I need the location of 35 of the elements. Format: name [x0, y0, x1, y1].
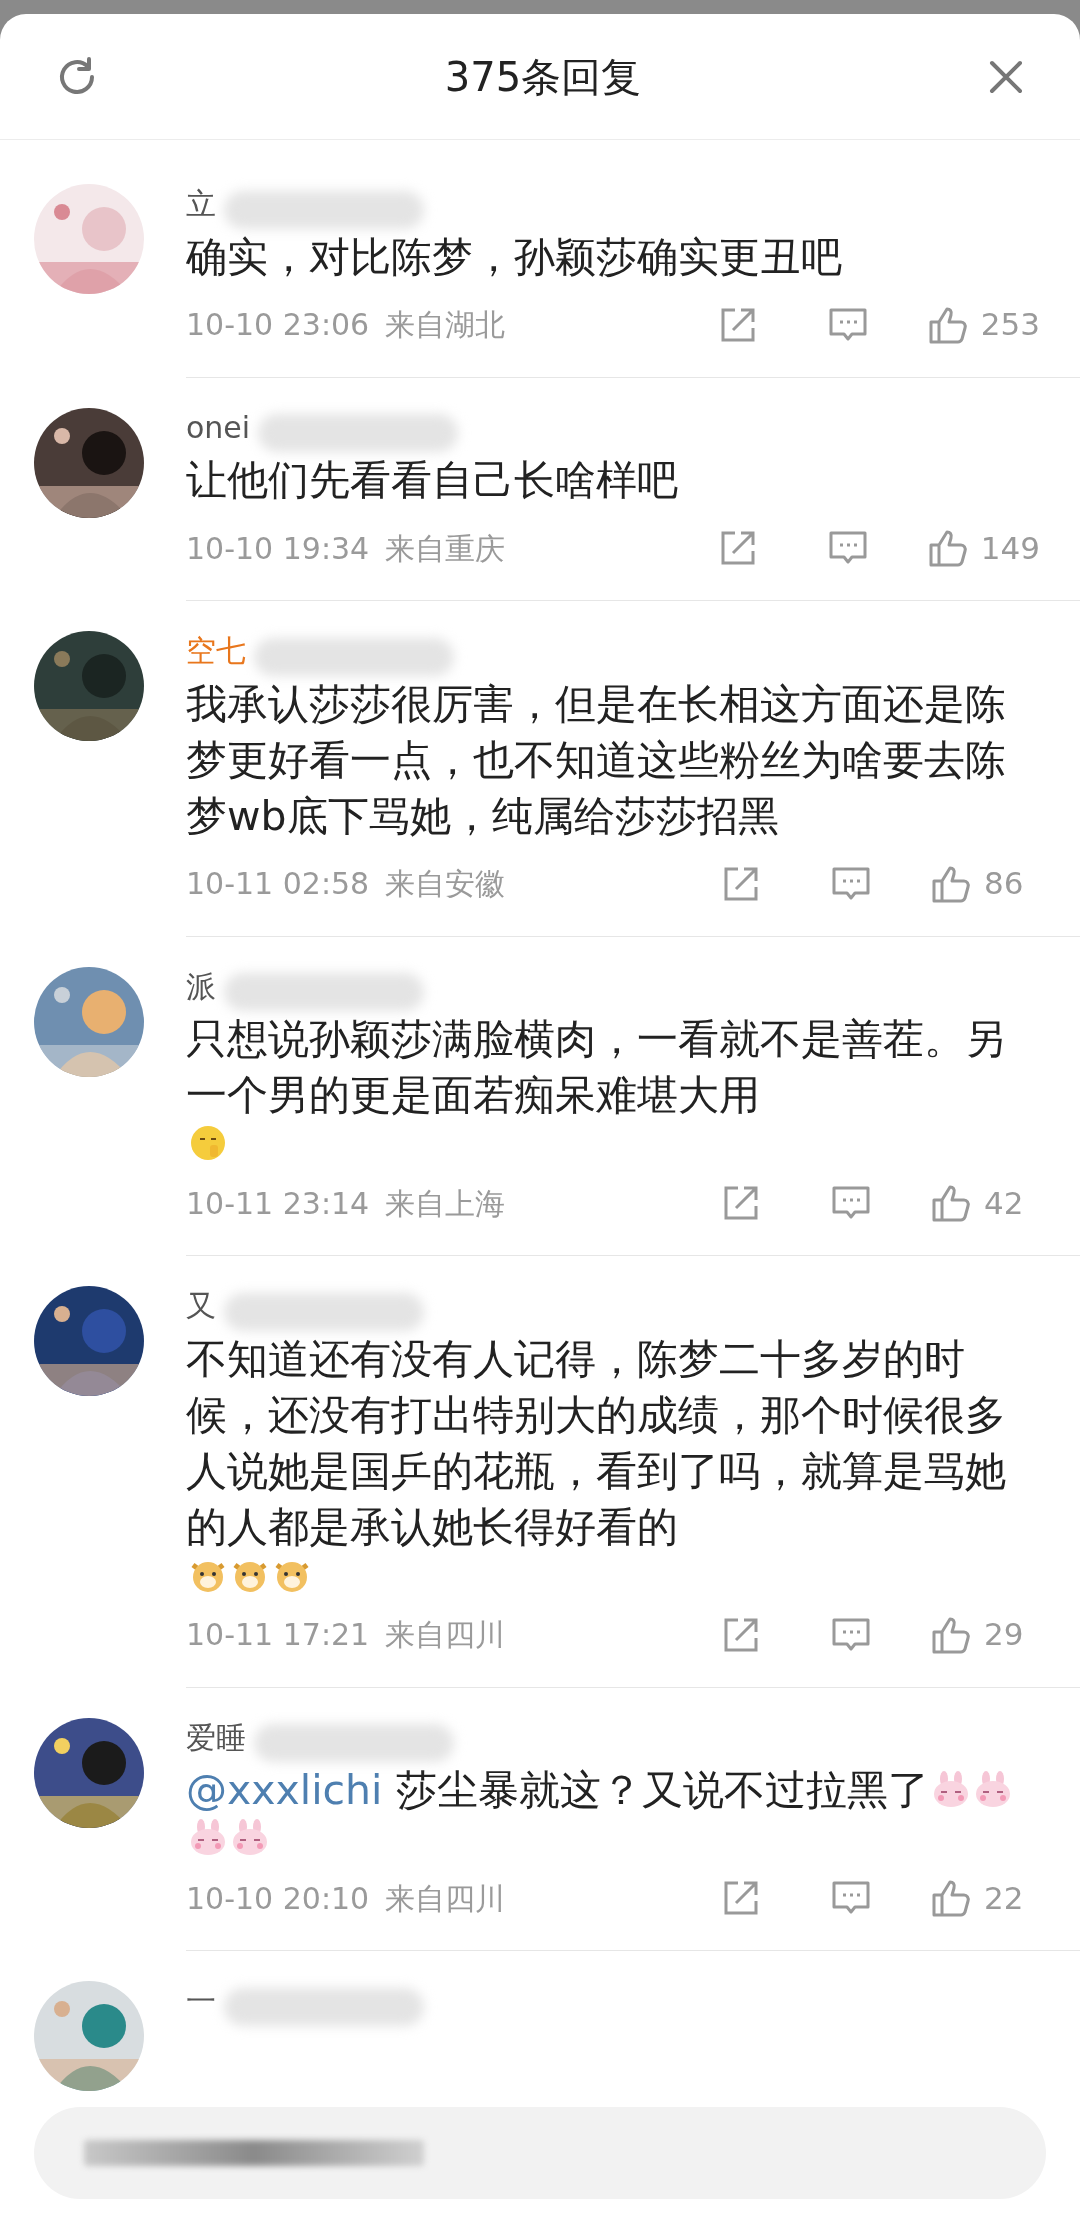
header-title: 375条回复 [444, 52, 642, 102]
like-count: 86 [984, 864, 1025, 904]
like-count: 29 [984, 1615, 1025, 1655]
bunny-emoji-icon [230, 1818, 270, 1858]
comment-text: 不知道还有没有人记得，陈梦二十多岁的时候，还没有打出特别大的成绩，那个时候很多人说她是国乒的花瓶，看到了吗，就算是骂她的人都是承认她长得好看的 [186, 1333, 1007, 1553]
comment-text: 确实，对比陈梦，孙颖莎确实更丑吧 [186, 231, 842, 283]
comment-time: 10-10 19:34 [186, 529, 370, 568]
username[interactable]: 又 [186, 1284, 216, 1328]
comment-text: 我承认莎莎很厉害，但是在长相这方面还是陈梦更好看一点，也不知道这些粉丝为啥要去陈梦wb底下骂她，纯属给莎莎招黑 [186, 678, 1007, 842]
shush-emoji-icon [188, 1123, 228, 1163]
mention-link[interactable]: @xxxlichi [186, 1766, 383, 1814]
comment-time: 10-11 17:21 [186, 1616, 370, 1654]
comment-location: 来自四川 [385, 1879, 506, 1918]
username[interactable]: onei [186, 405, 251, 450]
comment-time: 10-11 02:58 [186, 865, 370, 903]
username[interactable]: 一 [186, 1979, 216, 2023]
bunny-emoji-icon [188, 1818, 228, 1858]
comment-location: 来自湖北 [385, 306, 506, 344]
comment-location: 来自重庆 [385, 529, 506, 568]
comment-text: 只想说孙颖莎满脸横肉，一看就不是善茬。另一个男的更是面若痴呆难堪大用 [186, 1014, 1007, 1121]
like-count: 253 [980, 305, 1040, 345]
comment-location: 来自上海 [385, 1184, 506, 1223]
comment-time: 10-11 23:14 [186, 1184, 370, 1223]
comment-text: 让他们先看看自己长啥样吧 [186, 455, 678, 506]
like-count: 22 [984, 1878, 1025, 1918]
like-count: 42 [984, 1183, 1025, 1223]
username[interactable]: 派 [186, 964, 216, 1009]
comment-time: 10-10 20:10 [186, 1879, 370, 1918]
comment-location: 来自四川 [385, 1616, 506, 1654]
username[interactable]: 立 [186, 182, 216, 226]
comment-text: @xxxlichi 莎尘暴就这？又说不过拉黑了 [186, 1765, 929, 1816]
username[interactable]: 爱睡 [186, 1715, 246, 1760]
like-count: 149 [980, 528, 1040, 568]
comment-time: 10-10 23:06 [186, 306, 370, 344]
comment-location: 来自安徽 [385, 865, 506, 903]
